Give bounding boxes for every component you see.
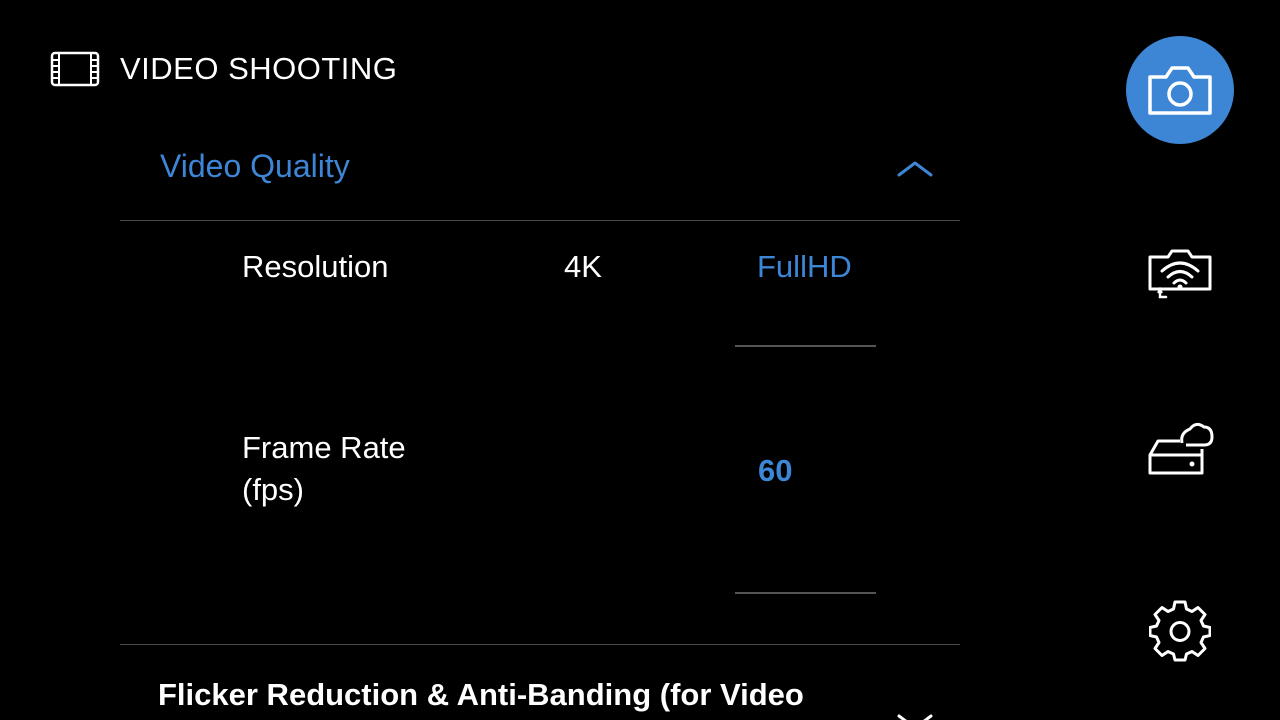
- camera-button[interactable]: [1126, 36, 1234, 144]
- frame-rate-selection-underline: [735, 592, 876, 594]
- resolution-option-4k[interactable]: 4K: [564, 246, 602, 288]
- wifi-camera-button[interactable]: [1140, 236, 1220, 306]
- frame-rate-label-line1: Frame Rate: [242, 430, 406, 465]
- section-header-video-quality[interactable]: Video Quality: [120, 134, 960, 221]
- app-screen: VIDEO SHOOTING Video Quality Resolution …: [0, 0, 1280, 720]
- wifi-camera-icon: [1148, 249, 1212, 299]
- resolution-label: Resolution: [242, 249, 389, 284]
- settings-button[interactable]: [1140, 596, 1220, 666]
- page-title: VIDEO SHOOTING: [120, 51, 398, 86]
- section-header-flicker-reduction[interactable]: Flicker Reduction & Anti-Banding (for Vi…: [120, 645, 960, 720]
- film-icon: [50, 51, 100, 87]
- frame-rate-label-line2: (fps): [242, 472, 304, 507]
- gear-icon: [1149, 600, 1211, 662]
- cloud-storage-icon: [1148, 422, 1214, 475]
- frame-rate-label: Frame Rate (fps): [242, 427, 406, 511]
- cloud-storage-button[interactable]: [1140, 414, 1220, 484]
- frame-rate-value[interactable]: 60: [758, 450, 792, 492]
- chevron-down-icon: [897, 714, 933, 720]
- header: VIDEO SHOOTING: [50, 46, 397, 92]
- resolution-option-fullhd[interactable]: FullHD: [757, 246, 852, 288]
- section-title: Video Quality: [160, 148, 350, 184]
- chevron-up-icon: [897, 161, 933, 177]
- resolution-selection-underline: [735, 345, 876, 347]
- section-title-flicker-reduction: Flicker Reduction & Anti-Banding (for Vi…: [158, 677, 804, 712]
- camera-icon: [1148, 66, 1212, 115]
